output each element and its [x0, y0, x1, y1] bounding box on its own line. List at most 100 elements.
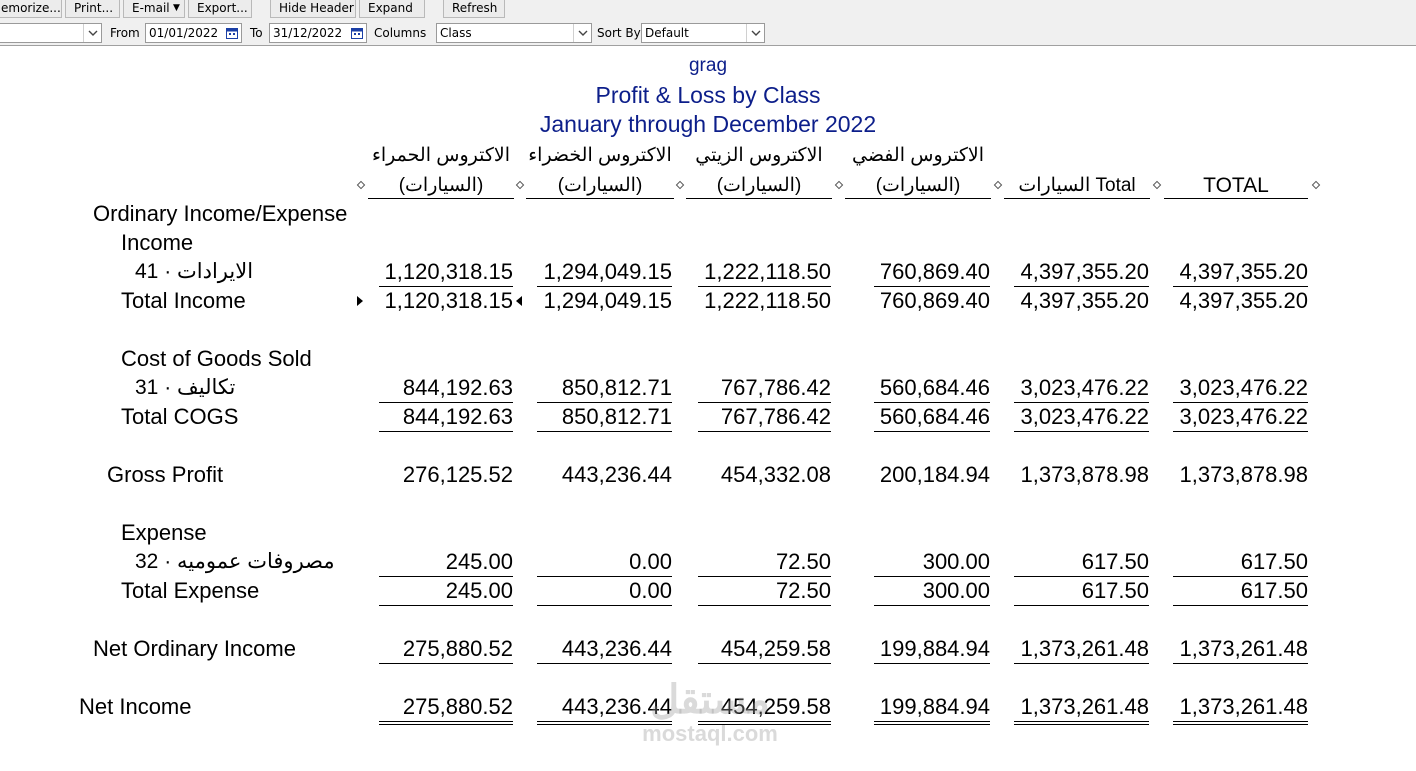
dates-dropdown[interactable] — [0, 23, 102, 43]
amount-underline — [537, 663, 672, 664]
amount-cell[interactable]: 3,023,476.22 — [1009, 375, 1149, 401]
amount-cell[interactable]: 760,869.40 — [850, 288, 990, 314]
row-label[interactable]: Gross Profit — [107, 462, 223, 488]
amount-cell[interactable]: 443,236.44 — [532, 636, 672, 662]
print-button[interactable]: Print... — [65, 0, 120, 18]
column-resize-handle[interactable] — [1152, 180, 1162, 190]
column-resize-handle[interactable] — [834, 180, 844, 190]
amount-cell[interactable]: 617.50 — [1009, 578, 1149, 604]
export-button[interactable]: Export... — [188, 0, 252, 18]
expand-button[interactable]: Expand — [359, 0, 425, 18]
amount-cell[interactable]: 560,684.46 — [850, 375, 990, 401]
row-label[interactable]: Total Income — [121, 288, 246, 314]
amount-cell[interactable]: 844,192.63 — [373, 375, 513, 401]
amount-cell[interactable]: 1,373,261.48 — [1009, 636, 1149, 662]
amount-cell[interactable]: 443,236.44 — [532, 694, 672, 720]
row-label[interactable]: Ordinary Income/Expense — [93, 201, 347, 227]
to-label: To — [250, 26, 263, 40]
double-underline — [698, 724, 831, 725]
row-label[interactable]: Net Income — [79, 694, 192, 720]
row-label[interactable]: Expense — [121, 520, 207, 546]
amount-cell[interactable]: 844,192.63 — [373, 404, 513, 430]
scroll-edge-mark — [0, 113, 3, 129]
column-resize-handle[interactable] — [515, 180, 525, 190]
column-resize-handle[interactable] — [675, 180, 685, 190]
hide-header-button[interactable]: Hide Header — [270, 0, 356, 18]
amount-cell[interactable]: 72.50 — [691, 578, 831, 604]
to-date-field[interactable]: 31/12/2022 — [269, 23, 367, 43]
amount-cell[interactable]: 0.00 — [532, 549, 672, 575]
amount-cell[interactable]: 1,373,261.48 — [1009, 694, 1149, 720]
amount-cell[interactable]: 3,023,476.22 — [1168, 375, 1308, 401]
amount-cell[interactable]: 276,125.52 — [373, 462, 513, 488]
amount-cell[interactable]: 1,373,261.48 — [1168, 694, 1308, 720]
from-date-field[interactable]: 01/01/2022 — [145, 23, 242, 43]
column-resize-handle[interactable] — [1311, 180, 1321, 190]
amount-cell[interactable]: 3,023,476.22 — [1168, 404, 1308, 430]
report-title: Profit & Loss by Class — [595, 82, 821, 108]
amount-cell[interactable]: 617.50 — [1009, 549, 1149, 575]
amount-cell[interactable]: 4,397,355.20 — [1009, 259, 1149, 285]
row-label[interactable]: Income — [121, 230, 193, 256]
amount-cell[interactable]: 454,332.08 — [691, 462, 831, 488]
sortby-dropdown[interactable]: Default — [641, 23, 765, 43]
amount-cell[interactable]: 850,812.71 — [532, 404, 672, 430]
amount-cell[interactable]: 454,259.58 — [691, 636, 831, 662]
memorize-button[interactable]: emorize... — [0, 0, 62, 18]
amount-cell[interactable]: 767,786.42 — [691, 375, 831, 401]
row-selection-marker — [516, 296, 522, 306]
amount-cell[interactable]: 245.00 — [373, 549, 513, 575]
amount-cell[interactable]: 560,684.46 — [850, 404, 990, 430]
column-resize-handle[interactable] — [993, 180, 1003, 190]
amount-cell[interactable]: 767,786.42 — [691, 404, 831, 430]
amount-cell[interactable]: 1,294,049.15 — [532, 288, 672, 314]
amount-cell[interactable]: 300.00 — [850, 578, 990, 604]
amount-cell[interactable]: 3,023,476.22 — [1009, 404, 1149, 430]
amount-cell[interactable]: 443,236.44 — [532, 462, 672, 488]
columns-dropdown[interactable]: Class — [436, 23, 592, 43]
row-label[interactable]: Net Ordinary Income — [93, 636, 296, 662]
row-label[interactable]: Total COGS — [121, 404, 238, 430]
row-label[interactable]: Cost of Goods Sold — [121, 346, 312, 372]
amount-cell[interactable]: 1,373,878.98 — [1009, 462, 1149, 488]
column-header-line1: الاكتروس الحمراء — [371, 145, 511, 166]
amount-cell[interactable]: 4,397,355.20 — [1168, 288, 1308, 314]
amount-cell[interactable]: 200,184.94 — [850, 462, 990, 488]
calendar-icon[interactable] — [349, 25, 365, 41]
columns-value: Class — [440, 26, 472, 40]
amount-cell[interactable]: 1,222,118.50 — [691, 259, 831, 285]
email-button[interactable]: E-mail ▼ — [123, 0, 185, 18]
amount-cell[interactable]: 1,120,318.15 — [373, 288, 513, 314]
account-label[interactable]: تكاليف · 31 — [135, 375, 235, 401]
amount-cell[interactable]: 1,294,049.15 — [532, 259, 672, 285]
double-underline — [1173, 721, 1308, 722]
amount-cell[interactable]: 1,373,261.48 — [1168, 636, 1308, 662]
filter-bar: From 01/01/2022 To 31/12/2022 Columns Cl… — [0, 19, 1416, 46]
amount-cell[interactable]: 300.00 — [850, 549, 990, 575]
amount-cell[interactable]: 4,397,355.20 — [1009, 288, 1149, 314]
calendar-icon[interactable] — [224, 25, 240, 41]
amount-cell[interactable]: 199,884.94 — [850, 636, 990, 662]
amount-cell[interactable]: 4,397,355.20 — [1168, 259, 1308, 285]
amount-cell[interactable]: 1,373,878.98 — [1168, 462, 1308, 488]
amount-cell[interactable]: 850,812.71 — [532, 375, 672, 401]
amount-cell[interactable]: 1,222,118.50 — [691, 288, 831, 314]
amount-cell[interactable]: 617.50 — [1168, 549, 1308, 575]
account-label[interactable]: الايرادات · 41 — [135, 259, 253, 285]
amount-cell[interactable]: 760,869.40 — [850, 259, 990, 285]
amount-cell[interactable]: 245.00 — [373, 578, 513, 604]
amount-cell[interactable]: 617.50 — [1168, 578, 1308, 604]
amount-cell[interactable]: 72.50 — [691, 549, 831, 575]
amount-cell[interactable]: 0.00 — [532, 578, 672, 604]
row-label[interactable]: Total Expense — [121, 578, 259, 604]
amount-cell[interactable]: 454,259.58 — [691, 694, 831, 720]
amount-cell[interactable]: 199,884.94 — [850, 694, 990, 720]
account-label[interactable]: مصروفات عموميه · 32 — [135, 549, 335, 575]
amount-cell[interactable]: 275,880.52 — [373, 636, 513, 662]
refresh-button[interactable]: Refresh — [443, 0, 505, 18]
amount-cell[interactable]: 275,880.52 — [373, 694, 513, 720]
column-resize-handle[interactable] — [356, 180, 366, 190]
amount-underline — [379, 663, 513, 664]
amount-underline — [537, 286, 672, 287]
amount-cell[interactable]: 1,120,318.15 — [373, 259, 513, 285]
